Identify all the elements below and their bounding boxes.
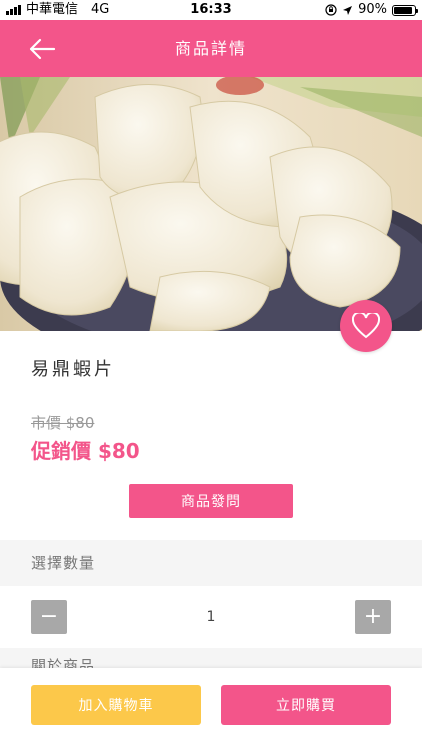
market-price: 市價 $80 [31,414,95,432]
quantity-decrease-button[interactable]: − [31,600,67,634]
app-header: 商品詳情 [0,20,422,77]
page-title: 商品詳情 [174,39,247,58]
signal-icon [6,5,21,15]
quantity-increase-button[interactable]: + [355,600,391,634]
product-inquiry-button[interactable]: 商品發問 [129,484,293,518]
battery-icon [392,4,418,16]
promo-price: 促銷價 $80 [31,439,140,463]
bottom-action-bar: 加入購物車 立即購買 [0,668,422,750]
buy-now-button[interactable]: 立即購買 [221,685,391,725]
quantity-section-header: 選擇數量 [0,540,422,586]
arrow-left-icon [29,38,56,60]
status-bar: 中華電信 4G 16:33 90% [0,0,422,20]
location-icon [343,5,353,15]
quantity-value: 1 [206,609,216,625]
rotation-lock-icon [325,4,337,16]
quantity-stepper: − 1 + [0,586,422,648]
network-label: 4G [91,2,110,17]
heart-outline-icon [352,313,380,339]
product-image [0,77,422,331]
status-right: 90% [325,0,418,20]
favorite-button[interactable] [340,300,392,352]
back-button[interactable] [26,36,58,62]
product-name: 易鼎蝦片 [31,359,115,380]
product-detail-screen: 中華電信 4G 16:33 90% 商品詳情 易鼎蝦片 市價 $80 促銷價 $… [0,0,422,750]
quantity-section-label: 選擇數量 [31,554,96,572]
battery-percent: 90% [358,2,387,17]
carrier-label: 中華電信 [26,2,79,17]
status-left: 中華電信 4G [6,0,109,20]
add-to-cart-button[interactable]: 加入購物車 [31,685,201,725]
